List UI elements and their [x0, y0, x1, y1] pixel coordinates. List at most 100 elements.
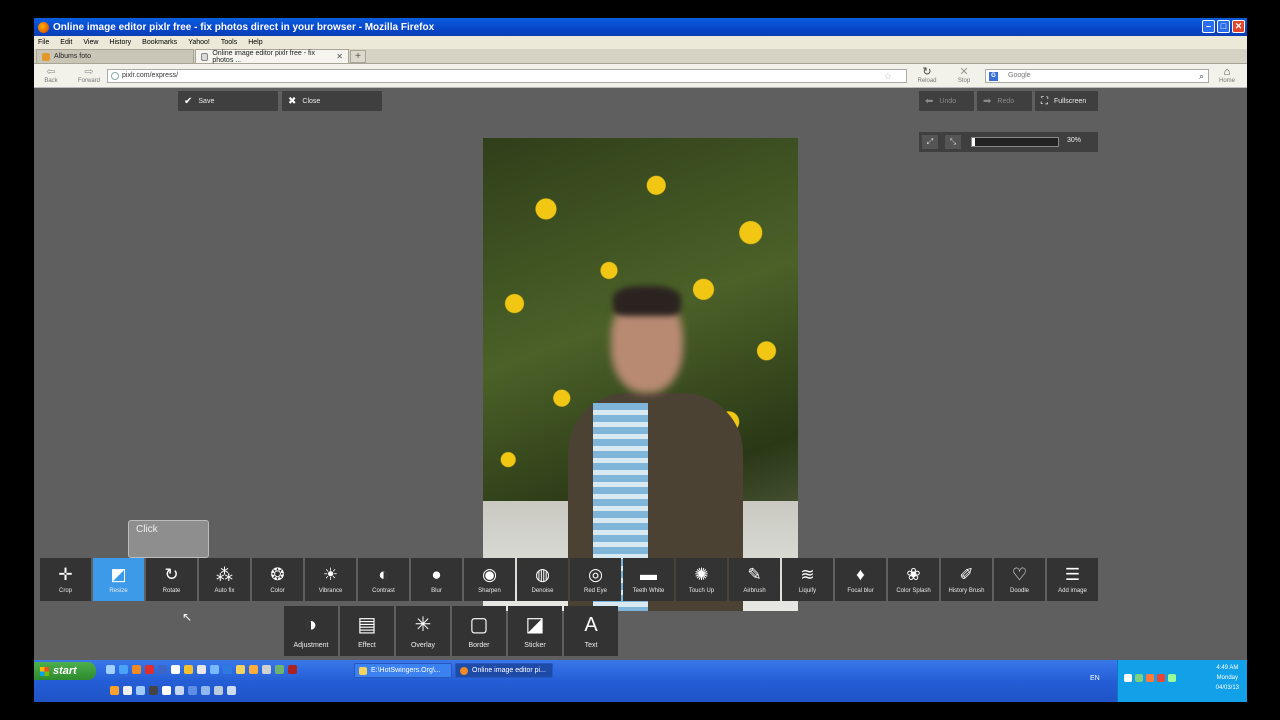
app-icon[interactable] [262, 665, 271, 674]
tool-doodle[interactable]: ♡ Doodle [994, 558, 1045, 601]
category-adjustment[interactable]: ◑ Adjustment [284, 606, 338, 656]
app-icon[interactable] [175, 686, 184, 695]
category-border[interactable]: ▢ Border [452, 606, 506, 656]
app-icon[interactable] [249, 665, 258, 674]
back-button[interactable]: ⇦ Back [38, 66, 64, 84]
antivirus-icon[interactable] [1146, 674, 1154, 682]
redo-label: Redo [997, 97, 1015, 105]
tool-sharpen[interactable]: ◉ Sharpen [464, 558, 515, 601]
category-label: Border [468, 642, 490, 649]
actual-size-icon[interactable]: ⤡ [945, 135, 961, 149]
desktop-icon[interactable] [106, 665, 115, 674]
tool-vibrance[interactable]: ☀ Vibrance [305, 558, 356, 601]
menu-yahoo[interactable]: Yahoo! [188, 39, 210, 46]
help-icon[interactable] [1124, 674, 1132, 682]
close-button[interactable]: ✖ Close [282, 91, 382, 111]
category-sticker[interactable]: ◪ Sticker [508, 606, 562, 656]
app-icon[interactable] [110, 686, 119, 695]
menu-history[interactable]: History [109, 39, 131, 46]
category-effect[interactable]: ▤ Effect [340, 606, 394, 656]
language-indicator[interactable]: EN [1090, 675, 1100, 682]
app-icon[interactable] [214, 686, 223, 695]
bookmark-star-icon[interactable]: ☆ [884, 70, 892, 82]
forward-button[interactable]: ⇨ Forward [74, 66, 104, 84]
tool-rotate[interactable]: ↻ Rotate [146, 558, 197, 601]
close-tab-icon[interactable]: ✕ [336, 52, 343, 61]
app-icon[interactable] [288, 665, 297, 674]
tool-red-eye[interactable]: ◎ Red Eye [570, 558, 621, 601]
tool-color-splash[interactable]: ❀ Color Splash [888, 558, 939, 601]
save-button[interactable]: ✔ Save [178, 91, 278, 111]
tab-pixlr[interactable]: Online image editor pixlr free - fix pho… [195, 49, 349, 64]
fullscreen-button[interactable]: ⛶ Fullscreen [1035, 91, 1098, 111]
redo-button[interactable]: ➡ Redo [977, 91, 1032, 111]
taskbar-item-explorer[interactable]: E:\HotSwingers.Org\... [354, 663, 452, 678]
app-icon[interactable] [184, 665, 193, 674]
tool-add-image[interactable]: ☰ Add image [1047, 558, 1098, 601]
tool-crop[interactable]: ✛ Crop [40, 558, 91, 601]
tool-touch-up[interactable]: ✺ Touch Up [676, 558, 727, 601]
maximize-button[interactable]: □ [1217, 20, 1230, 33]
undo-button[interactable]: ⬅ Undo [919, 91, 974, 111]
app-icon[interactable] [136, 686, 145, 695]
tool-label: Doodle [1009, 588, 1029, 594]
home-button[interactable]: ⌂ Home [1214, 66, 1240, 84]
clock[interactable]: 4:49 AM Monday 04/03/13 [1216, 663, 1239, 693]
tool-focal-blur[interactable]: ♦ Focal blur [835, 558, 886, 601]
stop-button[interactable]: ✕ Stop [951, 66, 977, 84]
app-icon[interactable] [162, 686, 171, 695]
close-window-button[interactable]: ✕ [1232, 20, 1245, 33]
tool-history-brush[interactable]: ✐ History Brush [941, 558, 992, 601]
tool-airbrush[interactable]: ✎ Airbrush [729, 558, 780, 601]
app-icon[interactable] [275, 665, 284, 674]
tool-auto-fix[interactable]: ⁂ Auto fix [199, 558, 250, 601]
network-icon[interactable] [1135, 674, 1143, 682]
tool-contrast[interactable]: ◐ Contrast [358, 558, 409, 601]
app-icon[interactable] [236, 665, 245, 674]
taskbar-item-firefox[interactable]: Online image editor pi... [455, 663, 553, 678]
opera-icon[interactable] [145, 665, 154, 674]
app-icon[interactable] [123, 686, 132, 695]
film-icon: ▤ [357, 614, 377, 636]
start-button[interactable]: start [34, 662, 96, 680]
zoom-slider[interactable] [971, 137, 1059, 147]
menu-bookmarks[interactable]: Bookmarks [142, 39, 177, 46]
fit-screen-icon[interactable]: ⤢ [922, 135, 938, 149]
app-icon[interactable] [158, 665, 167, 674]
app-icon[interactable] [197, 665, 206, 674]
new-tab-button[interactable]: + [350, 50, 366, 63]
reload-button[interactable]: ↻ Reload [914, 66, 940, 84]
category-overlay[interactable]: ✳ Overlay [396, 606, 450, 656]
category-text[interactable]: A Text [564, 606, 618, 656]
app-icon[interactable] [149, 686, 158, 695]
menu-tools[interactable]: Tools [221, 39, 237, 46]
tool-denoise[interactable]: ◍ Denoise [517, 558, 568, 601]
app-icon[interactable] [223, 665, 232, 674]
tool-resize[interactable]: ◩ Resize [93, 558, 144, 601]
crop-icon: ✛ [58, 565, 73, 584]
tool-label: Color Splash [896, 588, 931, 594]
tool-blur[interactable]: ● Blur [411, 558, 462, 601]
search-input[interactable]: G Google ⌕ [985, 69, 1209, 83]
app-icon[interactable] [171, 665, 180, 674]
firefox-icon[interactable] [132, 665, 141, 674]
menu-view[interactable]: View [83, 39, 98, 46]
search-icon[interactable]: ⌕ [1199, 70, 1204, 82]
url-bar[interactable]: pixlr.com/express/ ☆ [107, 69, 907, 83]
photo-canvas[interactable] [483, 138, 798, 611]
app-tray-icon[interactable] [1157, 674, 1165, 682]
app-icon[interactable] [227, 686, 236, 695]
tool-liquify[interactable]: ≋ Liquify [782, 558, 833, 601]
menu-edit[interactable]: Edit [60, 39, 72, 46]
app-icon[interactable] [201, 686, 210, 695]
tool-teeth-white[interactable]: ▬ Teeth White [623, 558, 674, 601]
menu-help[interactable]: Help [248, 39, 262, 46]
ie-icon[interactable] [119, 665, 128, 674]
tool-color[interactable]: ❂ Color [252, 558, 303, 601]
menu-file[interactable]: File [38, 39, 49, 46]
minimize-button[interactable]: – [1202, 20, 1215, 33]
tab-albums[interactable]: Albums foto [36, 49, 194, 63]
app-icon[interactable] [210, 665, 219, 674]
app-icon[interactable] [188, 686, 197, 695]
volume-icon[interactable] [1168, 674, 1176, 682]
